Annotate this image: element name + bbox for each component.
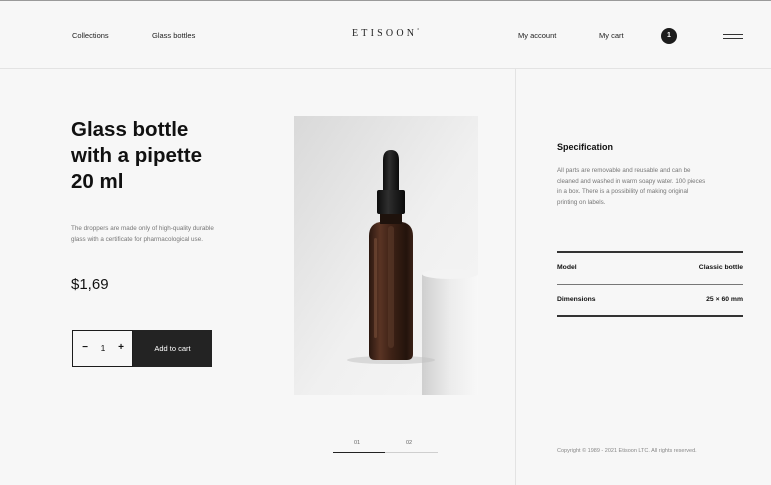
nav-glass-bottles-link[interactable]: Glass bottles (152, 31, 195, 40)
spec-row-value: 25 × 60 mm (706, 296, 743, 303)
my-cart-link[interactable]: My cart (599, 31, 624, 40)
my-account-link[interactable]: My account (518, 31, 556, 40)
product-title-line: with a pipette (71, 144, 202, 167)
spec-row-value: Classic bottle (698, 264, 743, 271)
quantity-stepper: − 1 + (72, 330, 133, 367)
specification-text: All parts are removable and reusable and… (557, 167, 706, 206)
slide-indicator-02[interactable]: 02 (406, 440, 412, 446)
specification-title: Specification (557, 142, 614, 152)
brand-logo[interactable]: ETISOON° (352, 28, 419, 39)
copyright-text: Copyright © 1989 - 2021 Etisoon LTC. All… (557, 448, 697, 454)
add-to-cart-button[interactable]: Add to cart (133, 330, 212, 367)
spec-row-label: Dimensions (557, 296, 596, 303)
slide-progress-track (385, 452, 438, 453)
spec-table-bottom-rule (557, 315, 743, 317)
decrease-quantity-button[interactable]: − (79, 341, 91, 355)
column-divider (515, 69, 516, 485)
product-title: Glass bottle with a pipette 20 ml (71, 117, 271, 195)
cart-count-badge[interactable]: 1 (661, 28, 677, 44)
slide-indicator-01[interactable]: 01 (354, 440, 360, 446)
brand-logo-text: ETISOON (352, 28, 418, 39)
slide-progress-active (333, 452, 385, 453)
site-header: Collections Glass bottles ETISOON° My ac… (0, 1, 771, 69)
increase-quantity-button[interactable]: + (115, 341, 127, 355)
brand-logo-mark: ° (417, 29, 420, 34)
product-title-line: 20 ml (71, 170, 124, 193)
nav-collections-link[interactable]: Collections (72, 31, 109, 40)
product-title-line: Glass bottle (71, 118, 189, 141)
product-price: $1,69 (71, 276, 109, 293)
hamburger-menu-icon[interactable] (723, 33, 743, 40)
quantity-value[interactable]: 1 (93, 341, 113, 355)
spec-row-label: Model (557, 264, 577, 271)
spec-table-top-rule (557, 251, 743, 253)
amber-dropper-bottle-photo (294, 116, 478, 395)
spec-row-divider (557, 284, 743, 285)
product-description: The droppers are made only of high-quali… (71, 225, 214, 243)
